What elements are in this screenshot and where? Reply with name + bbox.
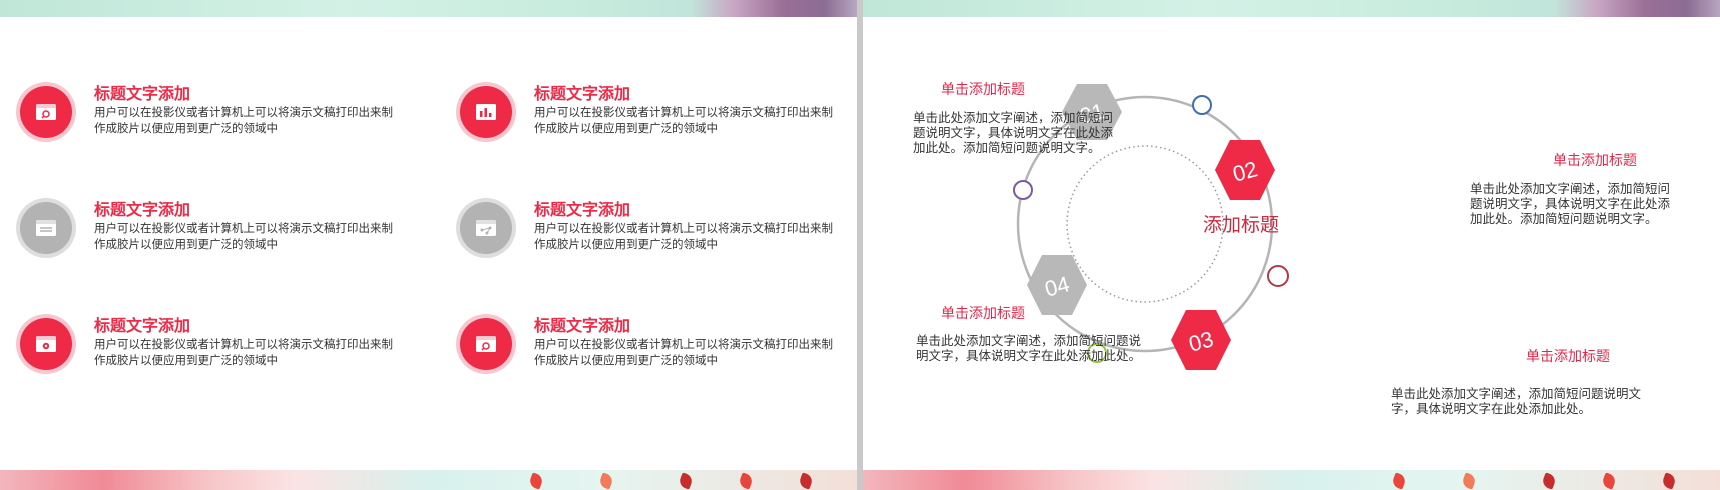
slide-left: 标题文字添加 用户可以在投影仪或者计算机上可以将演示文稿打印出来制作成胶片以便应… [0, 0, 857, 490]
item-desc: 用户可以在投影仪或者计算机上可以将演示文稿打印出来制作成胶片以便应用到更广泛的领… [534, 105, 833, 135]
feature-item-4: 标题文字添加 用户可以在投影仪或者计算机上可以将演示文稿打印出来制作成胶片以便应… [460, 196, 840, 256]
bottom-decor-band [863, 470, 1720, 490]
item-title: 标题文字添加 [534, 84, 631, 103]
item-desc: 用户可以在投影仪或者计算机上可以将演示文稿打印出来制作成胶片以便应用到更广泛的领… [94, 105, 393, 135]
center-title: 添加标题 [1202, 214, 1279, 236]
cycle-diagram: 01 02 03 04 [1013, 84, 1289, 370]
slide-right: 01 02 03 04 添加标题 单击添加标题 单击此处添加文字阐述，添加简短问… [863, 0, 1720, 490]
item-title: 标题文字添加 [94, 84, 191, 103]
browser-search-icon [20, 86, 72, 138]
block-title-1: 单击添加标题 [941, 82, 1025, 98]
browser-list-icon [20, 202, 72, 254]
feature-item-5: 标题文字添加 用户可以在投影仪或者计算机上可以将演示文稿打印出来制作成胶片以便应… [20, 312, 400, 372]
ring-dot-red [1267, 265, 1289, 287]
item-desc: 用户可以在投影仪或者计算机上可以将演示文稿打印出来制作成胶片以便应用到更广泛的领… [94, 337, 393, 367]
bottom-decor-band [0, 470, 857, 490]
ring-dot-blue [1192, 95, 1212, 115]
block-title-3: 单击添加标题 [941, 306, 1025, 322]
top-leaves-decor [692, 0, 857, 17]
item-title: 标题文字添加 [94, 200, 191, 219]
block-title-4: 单击添加标题 [1526, 349, 1610, 365]
feature-item-3: 标题文字添加 用户可以在投影仪或者计算机上可以将演示文稿打印出来制作成胶片以便应… [20, 196, 400, 256]
feature-item-2: 标题文字添加 用户可以在投影仪或者计算机上可以将演示文稿打印出来制作成胶片以便应… [460, 80, 840, 140]
item-title: 标题文字添加 [534, 316, 631, 335]
item-desc: 用户可以在投影仪或者计算机上可以将演示文稿打印出来制作成胶片以便应用到更广泛的领… [534, 337, 833, 367]
browser-search-icon [460, 318, 512, 370]
block-desc-1: 单击此处添加文字阐述，添加简短问题说明文字，具体说明文字在此处添加此处。添加简短… [913, 110, 1114, 155]
browser-network-icon [460, 202, 512, 254]
item-desc: 用户可以在投影仪或者计算机上可以将演示文稿打印出来制作成胶片以便应用到更广泛的领… [94, 221, 393, 251]
block-title-2: 单击添加标题 [1553, 153, 1637, 169]
feature-item-6: 标题文字添加 用户可以在投影仪或者计算机上可以将演示文稿打印出来制作成胶片以便应… [460, 312, 840, 372]
browser-settings-icon [20, 318, 72, 370]
block-desc-3: 单击此处添加文字阐述，添加简短问题说明文字，具体说明文字在此处添加此处。 [916, 333, 1142, 363]
browser-chart-icon [460, 86, 512, 138]
feature-item-1: 标题文字添加 用户可以在投影仪或者计算机上可以将演示文稿打印出来制作成胶片以便应… [20, 80, 400, 140]
block-desc-2: 单击此处添加文字阐述，添加简短问题说明文字，具体说明文字在此处添加此处。添加简短… [1470, 181, 1671, 226]
block-desc-4: 单击此处添加文字阐述，添加简短问题说明文字，具体说明文字在此处添加此处。 [1391, 386, 1642, 416]
hexagon-03: 03 [1171, 310, 1231, 370]
ring-dot-purple [1013, 180, 1033, 200]
item-title: 标题文字添加 [534, 200, 631, 219]
item-desc: 用户可以在投影仪或者计算机上可以将演示文稿打印出来制作成胶片以便应用到更广泛的领… [534, 221, 833, 251]
item-title: 标题文字添加 [94, 316, 191, 335]
hexagon-02: 02 [1215, 140, 1275, 200]
